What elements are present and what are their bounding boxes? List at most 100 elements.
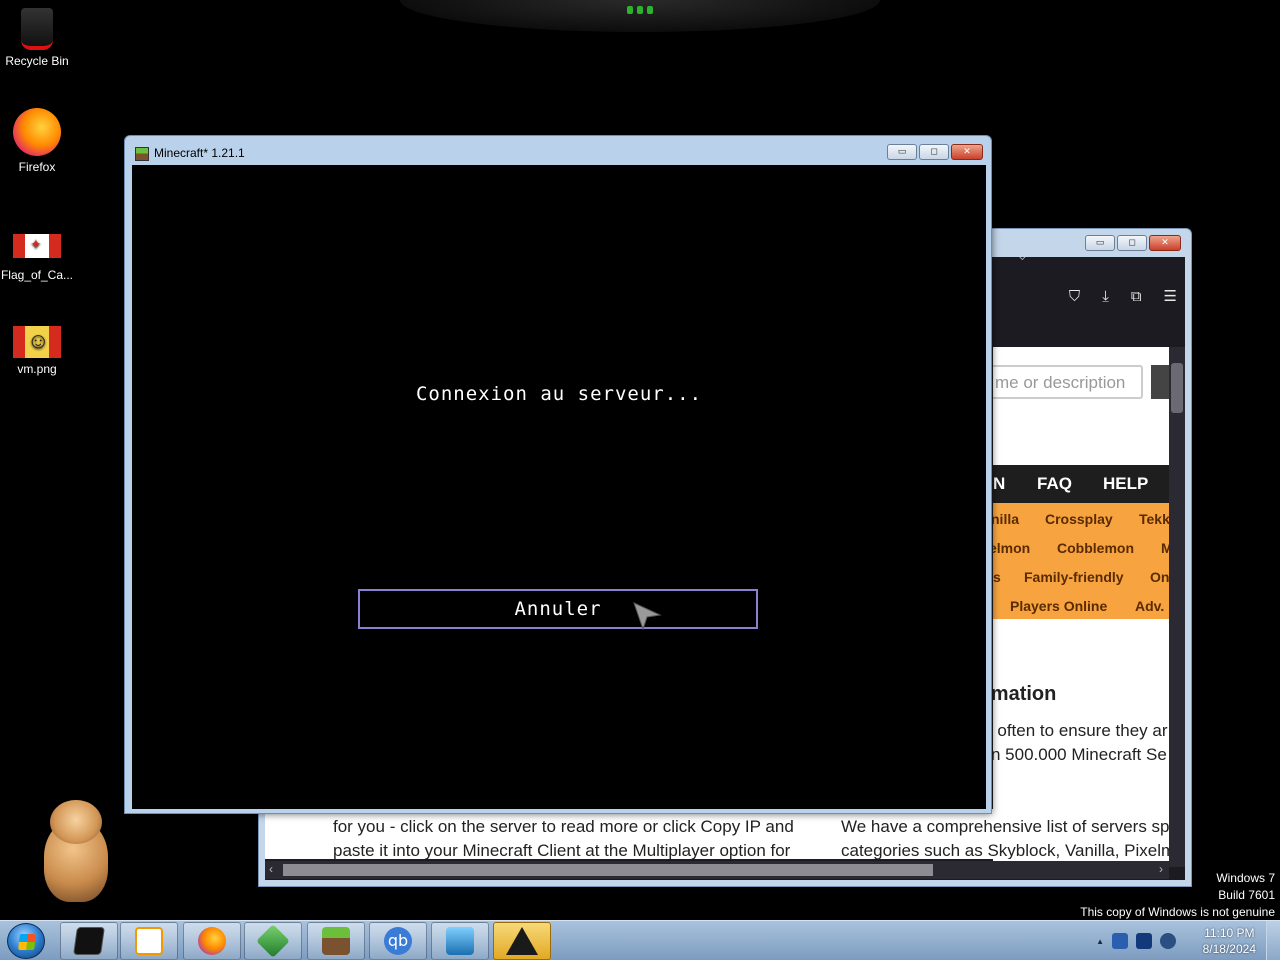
watermark-line: Windows 7 bbox=[1216, 871, 1275, 885]
system-tray: ▲ bbox=[1096, 921, 1176, 960]
tray-expand-icon[interactable]: ▲ bbox=[1096, 937, 1104, 946]
desktop-icon-flag[interactable]: Flag_of_Ca... bbox=[0, 220, 74, 282]
extensions-icon[interactable]: ⧉ bbox=[1131, 287, 1142, 305]
download-icon[interactable]: ⤓ bbox=[1102, 287, 1109, 305]
emerald-icon bbox=[256, 924, 290, 958]
start-button[interactable] bbox=[4, 921, 48, 960]
tag-link[interactable]: Tekk bbox=[1139, 511, 1169, 527]
tag-link[interactable]: On bbox=[1150, 569, 1169, 585]
web-content-right: me or description N FAQ HELP nilla Cross… bbox=[993, 347, 1169, 867]
pocket-icon[interactable]: ⛉ bbox=[1069, 287, 1080, 305]
site-nav: N FAQ HELP bbox=[993, 465, 1169, 503]
game-viewport[interactable]: Connexion au serveur... Annuler bbox=[132, 165, 986, 809]
desktop-icon-vm[interactable]: vm.png bbox=[0, 318, 74, 376]
vertical-scrollbar[interactable] bbox=[1169, 347, 1185, 867]
desktop-icon-label: Recycle Bin bbox=[5, 54, 69, 68]
desktop-icon-firefox[interactable]: Firefox bbox=[0, 108, 74, 174]
tag-link[interactable]: Adv. bbox=[1135, 598, 1164, 614]
connection-status: Connexion au serveur... bbox=[415, 383, 703, 405]
taskbar: qb ▲ 11:10 PM 8/18/2024 bbox=[0, 920, 1280, 960]
maximize-button[interactable]: ◻ bbox=[919, 144, 949, 160]
info-text: r often to ensure they ar bbox=[993, 721, 1168, 740]
menu-icon[interactable]: ☰ bbox=[1164, 287, 1177, 305]
taskbar-app-qbittorrent[interactable]: qb bbox=[369, 922, 427, 960]
tag-link[interactable]: M bbox=[1161, 540, 1169, 556]
scrollbar-thumb[interactable] bbox=[1171, 363, 1183, 413]
taskbar-app-firefox[interactable] bbox=[183, 922, 241, 960]
tag-link[interactable]: Family-friendly bbox=[1024, 569, 1124, 585]
close-button[interactable]: ✕ bbox=[951, 144, 983, 160]
tag-bar: nilla Crossplay Tekk elmon Cobblemon M s… bbox=[993, 503, 1169, 619]
nav-item-faq[interactable]: FAQ bbox=[1037, 474, 1072, 494]
firefox-icon bbox=[13, 108, 61, 156]
taskbar-app-warning[interactable] bbox=[493, 922, 551, 960]
taskbar-app-kb[interactable] bbox=[431, 922, 489, 960]
system-clock[interactable]: 11:10 PM 8/18/2024 bbox=[1203, 925, 1256, 957]
taskbar-app-terminal[interactable] bbox=[60, 922, 118, 960]
scroll-left-icon[interactable]: ‹ bbox=[269, 862, 273, 876]
search-input[interactable]: me or description bbox=[993, 365, 1143, 399]
image-file-icon bbox=[13, 326, 61, 358]
clock-date: 8/18/2024 bbox=[1202, 942, 1256, 956]
display-tray-icon[interactable] bbox=[1136, 933, 1152, 949]
watermark-line: Build 7601 bbox=[1218, 888, 1275, 902]
browser-caption-buttons: ▭ ◻ ✕ bbox=[1085, 235, 1181, 251]
search-button[interactable] bbox=[1151, 365, 1169, 399]
volume-tray-icon[interactable] bbox=[1160, 933, 1176, 949]
minecraft-icon bbox=[135, 147, 149, 161]
tag-link[interactable]: Crossplay bbox=[1045, 511, 1113, 527]
minimize-button[interactable]: ▭ bbox=[887, 144, 917, 160]
info-text: categories such as Skyblock, Vanilla, Pi… bbox=[841, 841, 1169, 859]
browser-toolbar: ⛉ ⤓ ⧉ ☰ bbox=[1069, 287, 1177, 305]
nav-item[interactable]: N bbox=[993, 474, 1005, 494]
taskbar-app-vlc[interactable] bbox=[120, 922, 178, 960]
desktop-icon-label: vm.png bbox=[17, 362, 57, 376]
show-desktop-button[interactable] bbox=[1266, 921, 1280, 960]
warning-app-icon bbox=[506, 927, 538, 955]
hamster-gadget[interactable] bbox=[30, 800, 114, 904]
info-text: paste it into your Minecraft Client at t… bbox=[333, 841, 791, 859]
minimize-button[interactable]: ▭ bbox=[1085, 235, 1115, 251]
cancel-button[interactable]: Annuler bbox=[358, 589, 758, 629]
desktop-icon-label: Flag_of_Ca... bbox=[0, 268, 74, 282]
close-button[interactable]: ✕ bbox=[1149, 235, 1181, 251]
gadget-indicator bbox=[624, 6, 656, 16]
kb-icon bbox=[446, 927, 474, 955]
firefox-icon bbox=[198, 927, 226, 955]
info-text: We have a comprehensive list of servers … bbox=[841, 817, 1169, 836]
hamster-head bbox=[50, 800, 102, 844]
terminal-icon bbox=[73, 927, 105, 955]
network-tray-icon[interactable] bbox=[1112, 933, 1128, 949]
windows-watermark: Windows 7 Build 7601 This copy of Window… bbox=[1080, 870, 1275, 921]
info-text: for you - click on the server to read mo… bbox=[333, 817, 794, 836]
minecraft-window[interactable]: Minecraft* 1.21.1 ▭ ◻ ✕ Connexion au ser… bbox=[124, 135, 992, 814]
taskbar-app-minecraft[interactable] bbox=[307, 922, 365, 960]
tag-link[interactable]: s bbox=[993, 569, 1001, 585]
section-title: rmation bbox=[993, 683, 1057, 705]
vlc-icon bbox=[135, 927, 163, 955]
recycle-bin-icon bbox=[21, 8, 53, 50]
maximize-button[interactable]: ◻ bbox=[1117, 235, 1147, 251]
tag-link[interactable]: elmon bbox=[993, 540, 1030, 556]
tag-link[interactable]: Cobblemon bbox=[1057, 540, 1134, 556]
minecraft-icon bbox=[322, 927, 350, 955]
tab-list-chevron-icon[interactable]: ⌵ bbox=[1017, 247, 1028, 264]
scrollbar-thumb[interactable] bbox=[283, 864, 933, 876]
tag-link[interactable]: Players Online bbox=[1010, 598, 1107, 614]
windows-logo-icon bbox=[7, 923, 45, 959]
mc-caption-buttons: ▭ ◻ ✕ bbox=[887, 144, 983, 160]
tag-link[interactable]: nilla bbox=[993, 511, 1019, 527]
image-file-icon bbox=[13, 234, 61, 258]
desktop-icon-label: Firefox bbox=[18, 160, 56, 174]
qbittorrent-icon: qb bbox=[384, 927, 412, 955]
taskbar-app-emerald[interactable] bbox=[244, 922, 302, 960]
web-content-bottom: for you - click on the server to read mo… bbox=[265, 809, 1169, 859]
desktop-icon-recycle-bin[interactable]: Recycle Bin bbox=[0, 8, 74, 68]
nav-item-help[interactable]: HELP bbox=[1103, 474, 1148, 494]
window-title: Minecraft* 1.21.1 bbox=[154, 146, 245, 160]
horizontal-scrollbar[interactable]: ‹ › bbox=[265, 861, 1169, 879]
top-gadget bbox=[400, 0, 880, 32]
watermark-line: This copy of Windows is not genuine bbox=[1080, 905, 1275, 919]
info-text: n 500.000 Minecraft Se bbox=[993, 745, 1167, 764]
clock-time: 11:10 PM bbox=[1204, 926, 1255, 940]
